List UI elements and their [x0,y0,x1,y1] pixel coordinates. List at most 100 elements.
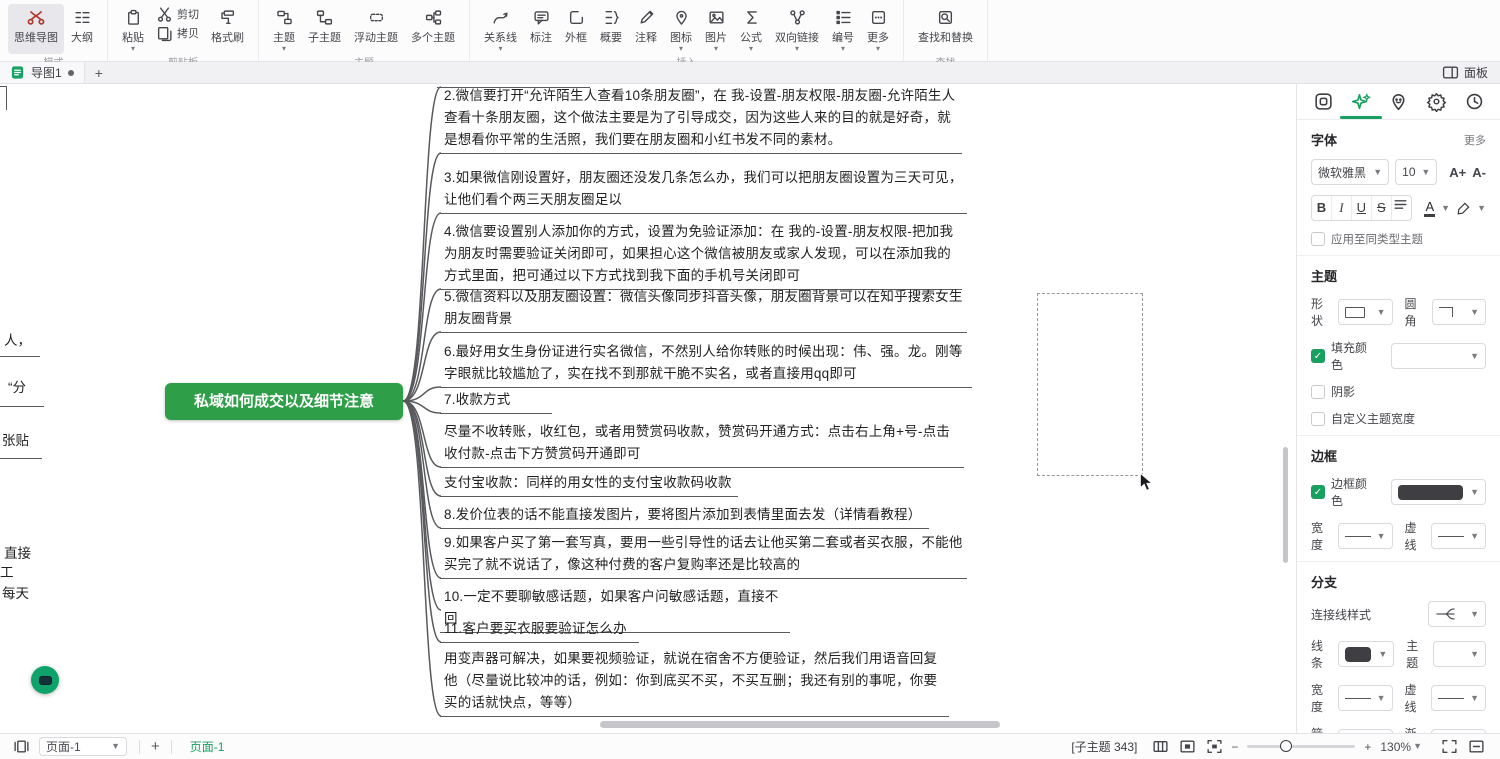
fit-topic-icon[interactable] [1174,738,1201,755]
clipped-topic-fragment[interactable]: “分 [8,376,26,396]
border-width-select[interactable]: ▼ [1338,523,1393,549]
shadow-checkbox[interactable] [1311,385,1325,399]
border-dash-select[interactable]: ▼ [1431,523,1486,549]
topic-node[interactable]: 用变声器可解决，如果要视频验证，就说在宿舍不方便验证，然后我们用语音回复他（尽量… [440,647,949,717]
toolbar-button[interactable]: 格式刷 [205,4,250,54]
font-family-select[interactable]: 微软雅黑 ▼ [1311,159,1389,185]
fill-color-checkbox[interactable]: ✓ [1311,349,1325,363]
toolbar-button[interactable]: 主题▾ [267,4,301,54]
topic-node[interactable]: 11.客户要买衣服要验证怎么办 [440,617,639,643]
branch-dash-select[interactable]: ▼ [1431,685,1486,711]
panel-tab-card-style[interactable] [1305,84,1341,119]
topic-node[interactable]: 5.微信资料以及朋友圈设置：微信头像同步抖音头像，朋友圈背景可以在知乎搜索女生朋… [440,285,967,333]
toolbar-button[interactable]: 图标▾ [664,4,698,54]
branch-line-color-select[interactable]: ▼ [1338,641,1394,667]
border-color-select[interactable]: ▼ [1391,479,1486,505]
topic-node[interactable]: 8.发价位表的话不能直接发图片，要将图片添加到表情里面去发（详情看教程） [440,503,929,529]
toolbar-button[interactable]: 关系线▾ [478,4,523,54]
fit-all-icon[interactable] [1201,738,1228,755]
border-color-checkbox[interactable]: ✓ [1311,485,1325,499]
toolbar-button[interactable]: 多个主题 [405,4,461,54]
topic-node[interactable]: 2.微信要打开“允许陌生人查看10条朋友圈”，在 我-设置-朋友权限-朋友圈-允… [440,84,962,154]
toolbar-button[interactable]: 大纲 [65,4,99,54]
pages-icon[interactable] [8,738,35,755]
document-tab[interactable]: 导图1 [0,62,85,83]
collapse-icon[interactable] [1463,738,1490,755]
custom-width-checkbox[interactable] [1311,412,1325,426]
font-more-link[interactable]: 更多 [1464,132,1486,148]
panel-tab-format-style[interactable] [1343,84,1379,119]
branch-width-select[interactable]: ▼ [1338,685,1393,711]
shape-select[interactable]: ▼ [1338,299,1392,325]
clipped-topic-fragment[interactable]: 直接 [4,542,31,562]
columns-view-icon[interactable] [1147,738,1174,755]
fullscreen-icon[interactable] [1436,738,1463,755]
toolbar-button[interactable]: 标注 [524,4,558,54]
zoom-slider-thumb[interactable] [1280,740,1292,752]
toolbar-button[interactable]: 更多▾ [861,4,895,54]
toolbar-button[interactable]: 子主题 [302,4,347,54]
font-size-select[interactable]: 10 ▼ [1395,159,1437,185]
increase-font-button[interactable]: A+ [1449,165,1466,180]
page-tab-active[interactable]: 页面-1 [190,738,225,755]
connector-style-select[interactable]: ▼ [1428,601,1486,627]
highlight-pen-button[interactable] [1456,201,1471,216]
topic-node[interactable]: 支付宝收款：同样的用女性的支付宝收款码收款 [440,471,738,497]
toolbar-group: 关系线▾标注外框概要注释图标▾图片▾公式▾双向链接▾编号▾更多▾插入 [470,0,904,61]
toolbar-button[interactable]: 查找和替换 [912,4,979,54]
underline-button[interactable]: U [1352,196,1372,220]
assistant-button[interactable] [31,666,59,694]
clipped-topic-fragment[interactable]: 每天 [2,582,29,602]
topic-node[interactable]: 尽量不收转账，收红包，或者用赞赏码收款，赞赏码开通方式：点击右上角+号-点击收付… [440,420,964,468]
cut-icon [156,7,173,22]
topic-node[interactable]: 3.如果微信刚设置好，朋友圈还没发几条怎么办，我们可以把朋友圈设置为三天可见，让… [440,166,967,214]
font-color-button[interactable]: A [1424,200,1435,217]
toolbar-button[interactable]: 粘贴▾ [116,4,150,54]
topic-node[interactable]: 9.如果客户买了第一套写真，要用一些引导性的话去让他买第二套或者买衣服，不能他买… [440,531,967,579]
toolbar-button[interactable]: 双向链接▾ [769,4,825,54]
clipped-topic-fragment[interactable]: 人， [4,329,31,349]
toolbar-button[interactable]: 外框 [559,4,593,54]
zoom-out-button[interactable]: − [1228,740,1241,754]
toolbar-button[interactable]: 编号▾ [826,4,860,54]
toolbar-button[interactable]: 概要 [594,4,628,54]
panel-tab-history[interactable] [1456,84,1492,119]
zoom-level[interactable]: 130% [1380,740,1411,754]
zoom-in-button[interactable]: + [1361,740,1374,754]
page-select[interactable]: 页面-1 ▼ [39,737,127,756]
toolbar-button[interactable]: 公式▾ [734,4,768,54]
topic-node[interactable]: 4.微信要设置别人添加你的方式，设置为免验证添加：在 我的-设置-朋友权限-把加… [440,220,962,290]
corner-select[interactable]: ▼ [1432,299,1486,325]
toolbar-button[interactable]: 拷贝 [153,25,202,41]
topic-node[interactable]: 6.最好用女生身份证进行实名微信，不然别人给你转账的时候出现：伟、强。龙。刚等字… [440,340,972,388]
bold-button[interactable]: B [1312,196,1332,220]
panel-toggle-button[interactable]: 面板 [1442,64,1500,81]
add-document-tab-button[interactable]: + [85,65,113,81]
toolbar-button[interactable]: 浮动主题 [348,4,404,54]
toolbar-button[interactable]: 图片▾ [699,4,733,54]
horizontal-scrollbar[interactable] [600,721,1000,728]
panel-tab-badge[interactable] [1418,84,1454,119]
clipped-topic-fragment[interactable]: 工 [0,561,14,581]
add-page-button[interactable]: + [148,738,163,755]
zoom-slider[interactable] [1247,745,1355,748]
clipped-topic-fragment[interactable]: 张贴 [2,429,29,449]
branch-section-title: 分支 [1311,572,1337,591]
branch-topic-select[interactable]: ▼ [1433,641,1486,667]
toolbar-button[interactable]: 思维导图 [8,4,64,54]
mindmap-canvas[interactable]: 私域如何成交以及细节注意 2.微信要打开“允许陌生人查看10条朋友圈”，在 我-… [0,0,1296,759]
vertical-scrollbar[interactable] [1283,447,1288,563]
format-style-icon [1350,91,1372,113]
align-button[interactable] [1392,196,1412,220]
toolbar-button[interactable]: 剪切 [153,6,202,22]
topic-node[interactable]: 7.收款方式 [440,388,552,414]
fill-color-select[interactable]: ▼ [1391,343,1486,369]
decrease-font-button[interactable]: A- [1472,165,1486,180]
apply-same-type-checkbox[interactable] [1311,232,1325,246]
strikethrough-button[interactable]: S [1372,196,1392,220]
root-topic[interactable]: 私域如何成交以及细节注意 [165,383,403,420]
italic-button[interactable]: I [1332,196,1352,220]
corner-shape-icon [1439,307,1453,317]
toolbar-button[interactable]: 注释 [629,4,663,54]
panel-tab-sticker[interactable] [1381,84,1417,119]
